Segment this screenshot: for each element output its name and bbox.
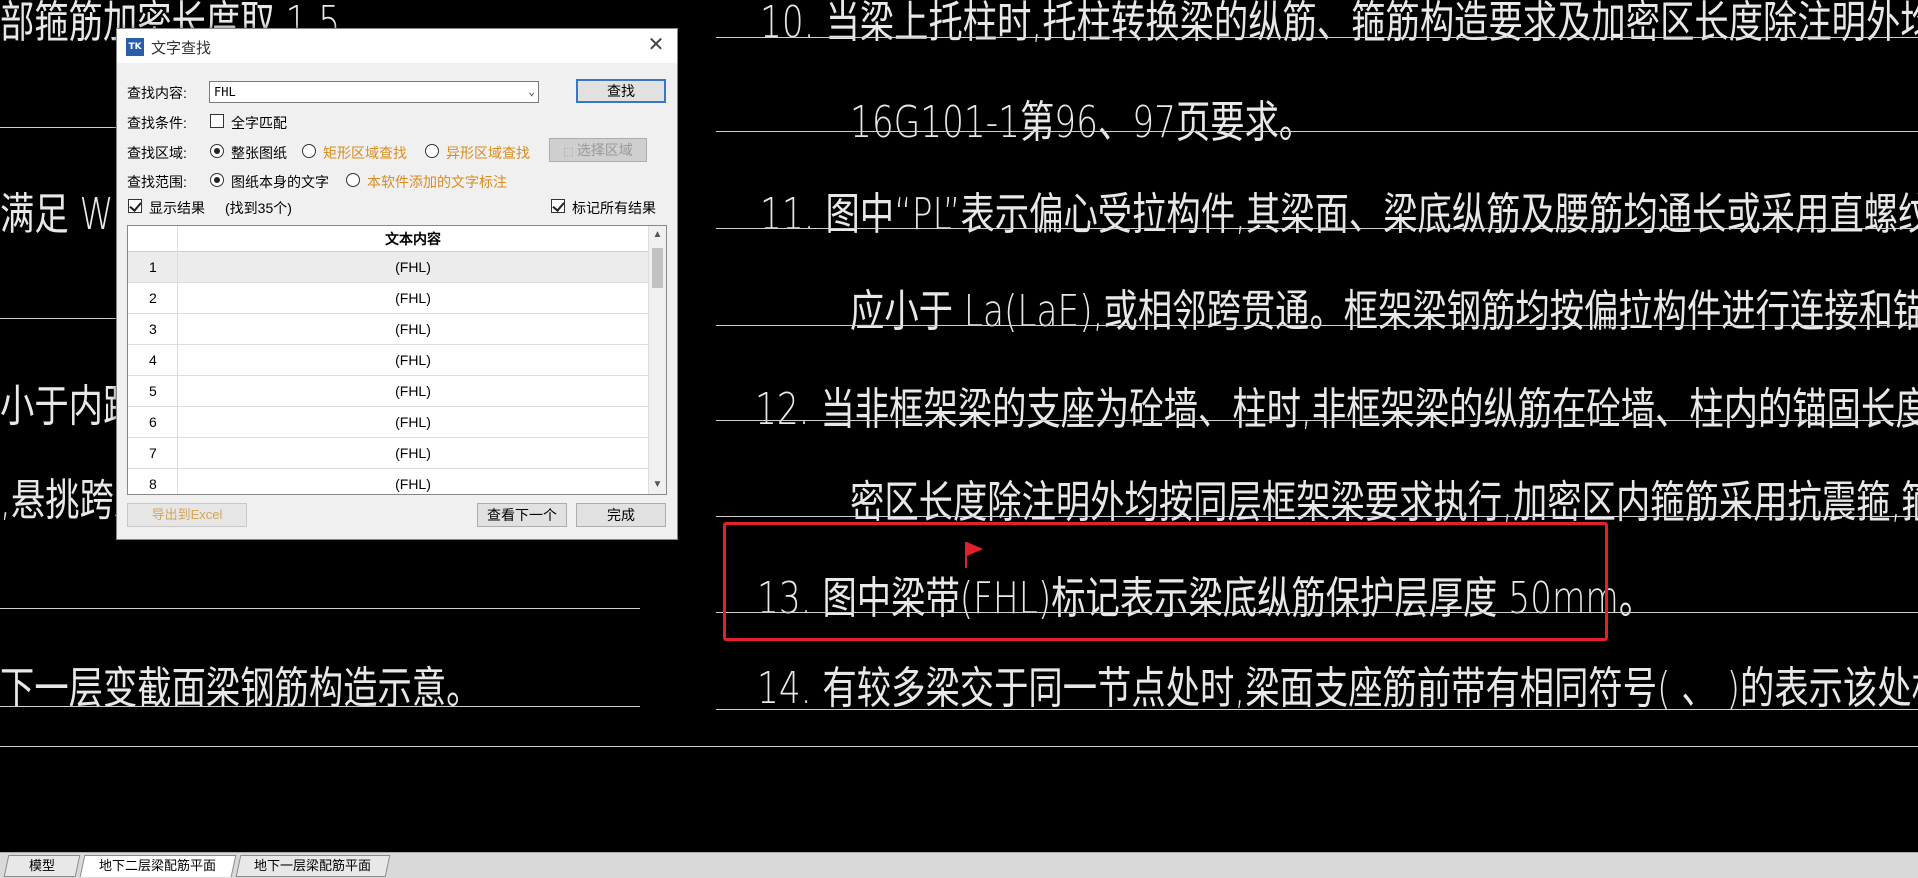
table-row[interactable]: 8 (FHL) bbox=[128, 469, 648, 494]
tab-model[interactable]: 模型 bbox=[3, 855, 81, 877]
cad-text-note-14: 14. 有较多梁交于同一节点处时,梁面支座筋前带有相同符号( 、 )的表示该处相… bbox=[757, 663, 1918, 714]
table-row[interactable]: 7 (FHL) bbox=[128, 438, 648, 469]
text-column-header: 文本内容 bbox=[385, 231, 441, 247]
app-icon: TK bbox=[126, 38, 144, 56]
cad-text-note-10b: 16G101-1第96、97页要求。 bbox=[850, 97, 1314, 148]
cad-text-note-11b: 应小于 La(LaE),或相邻跨贯通。框架梁钢筋均按偏拉构件进行连接和锚固。 bbox=[850, 286, 1918, 337]
flag-icon bbox=[965, 542, 983, 568]
find-region-label: 查找区域: bbox=[127, 145, 187, 161]
view-next-button[interactable]: 查看下一个 bbox=[477, 503, 567, 527]
mark-all-label: 标记所有结果 bbox=[572, 200, 656, 216]
close-icon[interactable]: ✕ bbox=[643, 33, 669, 59]
whole-match-label: 全字匹配 bbox=[231, 115, 287, 131]
cad-rule bbox=[0, 746, 1918, 747]
cad-text-note-10: 10. 当梁上托柱时,托柱转换梁的纵筋、箍筋构造要求及加密区长度除注明外均应满足… bbox=[760, 0, 1918, 48]
cad-rule bbox=[0, 608, 640, 609]
region-rect-label: 矩形区域查找 bbox=[323, 145, 407, 161]
done-button[interactable]: 完成 bbox=[576, 503, 666, 527]
select-region-button[interactable]: ⬚ 选择区域 bbox=[549, 138, 647, 162]
export-excel-button[interactable]: 导出到Excel bbox=[127, 503, 247, 527]
cad-rule bbox=[716, 420, 1918, 421]
dialog-title: 文字查找 bbox=[151, 40, 212, 57]
cad-rule bbox=[0, 127, 116, 128]
cad-text-left-2: 满足 W bbox=[0, 189, 114, 240]
chevron-down-icon[interactable]: ▼ bbox=[649, 476, 666, 494]
found-count-label: (找到35个) bbox=[225, 200, 292, 216]
results-header: 文本内容 bbox=[128, 226, 648, 252]
table-row[interactable]: 1 (FHL) bbox=[128, 252, 648, 283]
index-column-header bbox=[128, 226, 178, 252]
results-scrollbar[interactable]: ▲ ▼ bbox=[648, 226, 666, 494]
cad-rule bbox=[716, 709, 1918, 710]
cad-rule bbox=[0, 706, 640, 707]
scrollbar-thumb[interactable] bbox=[652, 248, 663, 288]
region-irregular-radio[interactable] bbox=[425, 144, 439, 158]
cad-text-note-12: 12. 当非框架梁的支座为砼墙、柱时,非框架梁的纵筋在砼墙、柱内的锚固长度、箍筋… bbox=[755, 384, 1918, 435]
table-row[interactable]: 6 (FHL) bbox=[128, 407, 648, 438]
region-whole-label: 整张图纸 bbox=[231, 145, 287, 161]
scope-software-label: 本软件添加的文字标注 bbox=[367, 174, 507, 190]
chevron-up-icon[interactable]: ▲ bbox=[649, 226, 666, 244]
show-results-checkbox[interactable] bbox=[128, 199, 142, 213]
region-irregular-label: 异形区域查找 bbox=[446, 145, 530, 161]
find-content-value: FHL bbox=[214, 85, 236, 99]
chevron-down-icon[interactable]: ⌄ bbox=[528, 82, 535, 102]
find-content-combobox[interactable]: FHL ⌄ bbox=[209, 81, 539, 103]
whole-match-checkbox[interactable] bbox=[210, 114, 224, 128]
cad-rule bbox=[716, 516, 1918, 517]
find-scope-label: 查找范围: bbox=[127, 174, 187, 190]
show-results-label: 显示结果 bbox=[149, 200, 205, 216]
cad-rule bbox=[716, 228, 1918, 229]
cad-rule bbox=[716, 37, 1918, 38]
tab-b1-beam-plan[interactable]: 地下一层梁配筋平面 bbox=[235, 855, 391, 877]
mark-all-checkbox[interactable] bbox=[551, 199, 565, 213]
results-table[interactable]: 文本内容 1 (FHL) 2 (FHL) 3 (FHL) 4 (FHL) 5 (FHL) … bbox=[127, 225, 667, 495]
text-find-dialog: TK 文字查找 ✕ 查找内容: FHL ⌄ 查找 查找条件: 全字匹配 查找区域… bbox=[116, 28, 678, 540]
region-whole-radio[interactable] bbox=[210, 144, 224, 158]
cad-text-note-12b: 密区长度除注明外均按同层框架梁要求执行,加密区内箍筋采用抗震箍,箍筋间距 100 bbox=[850, 477, 1918, 528]
cad-rule bbox=[716, 131, 1918, 132]
tab-b2-beam-plan[interactable]: 地下二层梁配筋平面 bbox=[79, 855, 237, 877]
table-row[interactable]: 2 (FHL) bbox=[128, 283, 648, 314]
table-row[interactable]: 4 (FHL) bbox=[128, 345, 648, 376]
find-condition-label: 查找条件: bbox=[127, 115, 187, 131]
select-region-icon: ⬚ bbox=[563, 146, 577, 158]
cad-rule bbox=[716, 325, 1918, 326]
table-row[interactable]: 5 (FHL) bbox=[128, 376, 648, 407]
region-rect-radio[interactable] bbox=[302, 144, 316, 158]
dialog-titlebar[interactable]: TK 文字查找 ✕ bbox=[117, 29, 677, 63]
scope-drawing-label: 图纸本身的文字 bbox=[231, 174, 329, 190]
scope-software-radio[interactable] bbox=[346, 173, 360, 187]
table-row[interactable]: 3 (FHL) bbox=[128, 314, 648, 345]
find-button[interactable]: 查找 bbox=[576, 79, 666, 103]
cad-rule bbox=[0, 318, 116, 319]
cad-text-note-11: 11. 图中“PL”表示偏心受拉构件,其梁面、梁底纵筋及腰筋均通长或采用直螺纹连… bbox=[760, 189, 1918, 240]
layout-tab-bar: 模型 地下二层梁配筋平面 地下一层梁配筋平面 bbox=[0, 852, 1918, 878]
find-content-label: 查找内容: bbox=[127, 85, 187, 101]
search-result-highlight bbox=[723, 522, 1608, 641]
scope-drawing-radio[interactable] bbox=[210, 173, 224, 187]
